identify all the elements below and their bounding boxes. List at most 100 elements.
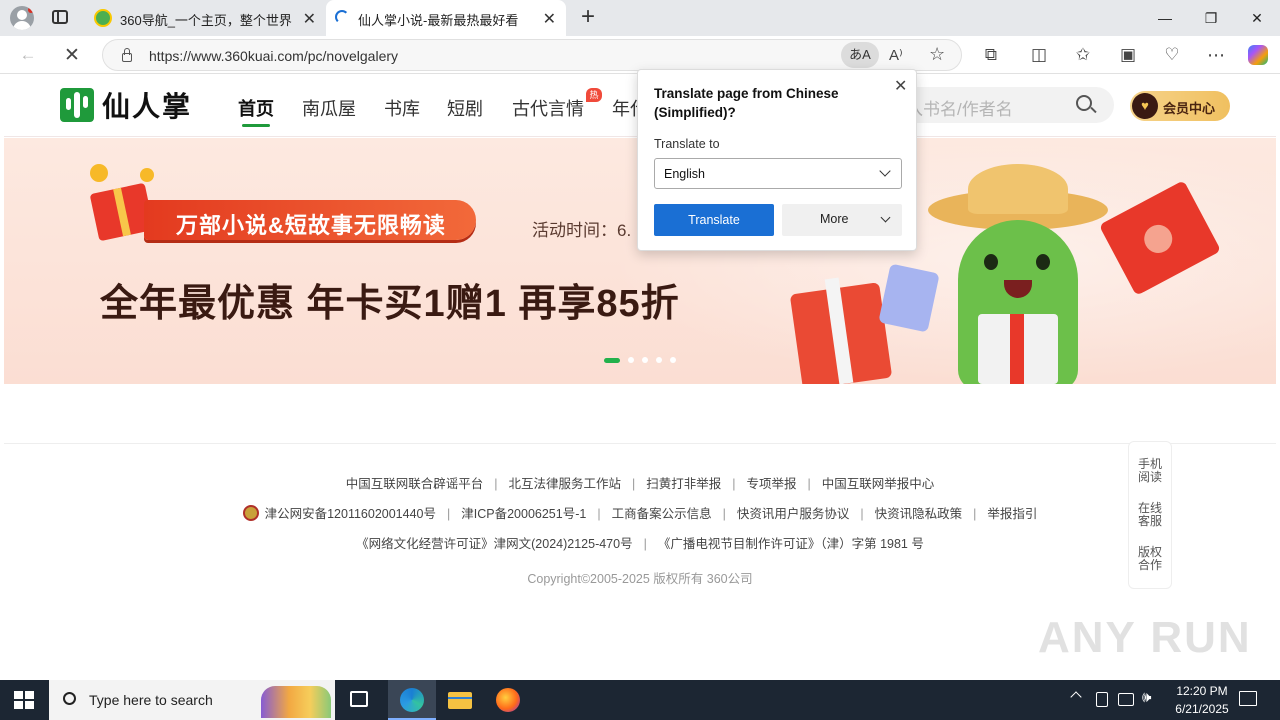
banner-tag: 万部小说&短故事无限畅读 bbox=[144, 200, 476, 240]
footer-link[interactable]: 举报指引 bbox=[987, 507, 1037, 521]
tray-chevron-up-icon[interactable] bbox=[1070, 691, 1082, 703]
banner-headline: 全年最优惠 年卡买1赠1 再享85折 bbox=[100, 283, 680, 325]
file-explorer-icon[interactable] bbox=[448, 692, 472, 709]
translate-button[interactable]: Translate bbox=[654, 204, 774, 236]
footer-license: 《网络文化经营许可证》津网文(2024)2125-470号 bbox=[356, 537, 633, 551]
tab-360-navigation[interactable]: 360导航_一个主页，整个世界 ✕ bbox=[86, 0, 326, 36]
windows-start-icon[interactable] bbox=[14, 691, 34, 709]
new-tab-button[interactable]: + bbox=[576, 4, 600, 30]
nav-ancient-romance[interactable]: 古代言情 bbox=[512, 95, 584, 121]
carousel-dot-active[interactable] bbox=[604, 357, 620, 363]
chevron-down-icon bbox=[879, 165, 891, 177]
translate-icon[interactable]: あA bbox=[841, 42, 879, 68]
edge-taskbar-icon[interactable] bbox=[388, 680, 436, 720]
footer-link[interactable]: 专项举报 bbox=[747, 477, 797, 491]
footer-link[interactable]: 快资讯隐私政策 bbox=[875, 507, 963, 521]
translate-title: Translate page from Chinese (Simplified)… bbox=[654, 86, 839, 120]
close-icon[interactable]: ✕ bbox=[543, 9, 556, 29]
more-button-label: More bbox=[820, 212, 849, 226]
network-icon[interactable] bbox=[1118, 693, 1134, 706]
profile-icon[interactable] bbox=[10, 6, 34, 30]
nav-library[interactable]: 书库 bbox=[384, 95, 420, 121]
tab-xianrenzhang-novel[interactable]: 仙人掌小说-最新最热最好看 ✕ bbox=[326, 0, 566, 36]
side-float-panel: 手机 阅读 在线 客服 版权 合作 bbox=[1128, 441, 1172, 589]
site-logo[interactable]: 仙人掌 bbox=[60, 87, 192, 123]
footer-row-3: 《网络文化经营许可证》津网文(2024)2125-470号 | 《广播电视节目制作许… bbox=[356, 537, 924, 551]
volume-icon[interactable]: 🕪 bbox=[1142, 689, 1151, 706]
collections-icon[interactable]: ▣ bbox=[1114, 42, 1142, 68]
hot-badge: 热 bbox=[586, 88, 602, 102]
tab-actions-icon[interactable] bbox=[52, 10, 68, 24]
footer-link[interactable]: 中国互联网联合辟谣平台 bbox=[346, 477, 484, 491]
language-select[interactable]: English bbox=[654, 158, 902, 189]
task-view-icon[interactable] bbox=[350, 691, 368, 707]
footer-link[interactable]: 工商备案公示信息 bbox=[612, 507, 712, 521]
footer-link[interactable]: 津公网安备12011602001440号 bbox=[265, 507, 436, 521]
coin-icon bbox=[140, 168, 154, 182]
language-selected-value: English bbox=[664, 167, 705, 181]
translate-to-label: Translate to bbox=[654, 137, 720, 151]
coin-icon bbox=[90, 164, 108, 182]
nav-nanguawu[interactable]: 南瓜屋 bbox=[302, 95, 356, 121]
banner-tag-text: 万部小说&短故事无限畅读 bbox=[176, 213, 446, 238]
member-center-button[interactable]: ♥ 会员中心 bbox=[1130, 91, 1230, 121]
favorite-star-icon[interactable]: ☆ bbox=[929, 44, 945, 65]
site-info-icon[interactable] bbox=[120, 47, 134, 63]
close-icon[interactable]: ✕ bbox=[303, 9, 316, 29]
footer-link[interactable]: 津ICP备20006251号-1 bbox=[461, 507, 586, 521]
translate-popup: ✕ Translate page from Chinese (Simplifie… bbox=[637, 69, 917, 251]
footer-row-2: 津公网安备12011602001440号 | 津ICP备20006251号-1 | 工商… bbox=[4, 503, 1276, 522]
settings-more-icon[interactable]: ⋯ bbox=[1202, 42, 1230, 68]
carousel-dot[interactable] bbox=[656, 357, 662, 363]
side-online-service[interactable]: 在线 客服 bbox=[1129, 502, 1171, 528]
carousel-dots bbox=[604, 357, 676, 363]
footer-row-1: 中国互联网联合辟谣平台 | 北互法律服务工作站 | 扫黄打非举报 | 专项举报 | 中国互联网举… bbox=[345, 477, 935, 491]
read-aloud-icon[interactable]: A⁾ bbox=[889, 46, 903, 64]
browser-tab-strip: 360导航_一个主页，整个世界 ✕ 仙人掌小说-最新最热最好看 ✕ + — ❐ … bbox=[0, 0, 1280, 36]
taskbar-search-box[interactable]: Type here to search bbox=[49, 680, 335, 720]
stop-loading-icon[interactable]: ✕ bbox=[58, 42, 86, 68]
side-copyright-coop[interactable]: 版权 合作 bbox=[1129, 546, 1171, 572]
logo-text: 仙人掌 bbox=[102, 91, 193, 122]
extensions-icon[interactable]: ⧉ bbox=[977, 42, 1005, 68]
favorites-icon[interactable]: ✩ bbox=[1069, 42, 1097, 68]
nav-home[interactable]: 首页 bbox=[238, 95, 274, 121]
browser-essentials-icon[interactable]: ♡ bbox=[1158, 42, 1186, 68]
clock-date[interactable]: 6/21/2025 bbox=[1170, 702, 1234, 716]
firefox-icon[interactable] bbox=[496, 688, 520, 712]
nav-active-underline bbox=[242, 124, 270, 127]
clock-time[interactable]: 12:20 PM bbox=[1170, 684, 1234, 698]
police-badge-icon bbox=[242, 505, 259, 521]
minimize-button[interactable]: — bbox=[1142, 0, 1188, 36]
search-input-placeholder: 入书名/作者名 bbox=[906, 100, 1013, 119]
360-favicon-icon bbox=[94, 9, 112, 27]
tray-device-icon[interactable] bbox=[1096, 692, 1108, 707]
carousel-dot[interactable] bbox=[642, 357, 648, 363]
close-icon[interactable]: ✕ bbox=[894, 76, 907, 96]
carousel-dot[interactable] bbox=[628, 357, 634, 363]
footer-link[interactable]: 扫黄打非举报 bbox=[646, 477, 721, 491]
cactus-logo-icon bbox=[60, 88, 94, 122]
address-bar[interactable]: https://www.360kuai.com/pc/novelgalery あ… bbox=[102, 39, 962, 71]
footer-link[interactable]: 快资讯用户服务协议 bbox=[737, 507, 850, 521]
footer-link[interactable]: 中国互联网举报中心 bbox=[822, 477, 935, 491]
search-icon[interactable] bbox=[1076, 95, 1092, 111]
url-text: https://www.360kuai.com/pc/novelgalery bbox=[149, 48, 399, 64]
notification-icon[interactable] bbox=[1239, 691, 1257, 706]
back-icon[interactable]: ← bbox=[14, 42, 42, 68]
nav-short-drama[interactable]: 短剧 bbox=[447, 95, 483, 121]
tulip-decoration-icon bbox=[261, 686, 331, 718]
side-mobile-read[interactable]: 手机 阅读 bbox=[1129, 458, 1171, 484]
site-search-box[interactable]: 入书名/作者名 bbox=[884, 87, 1114, 123]
split-screen-icon[interactable]: ◫ bbox=[1025, 42, 1053, 68]
loading-spinner-icon bbox=[335, 10, 349, 24]
more-button[interactable]: More bbox=[782, 204, 902, 236]
copilot-icon[interactable] bbox=[1244, 42, 1272, 68]
chevron-down-icon bbox=[880, 212, 891, 223]
close-window-button[interactable]: ✕ bbox=[1234, 0, 1280, 36]
footer-link[interactable]: 北互法律服务工作站 bbox=[508, 477, 621, 491]
anyrun-watermark: ANY RUN bbox=[1038, 613, 1252, 662]
cactus-mascot-illustration bbox=[928, 164, 1108, 384]
restore-button[interactable]: ❐ bbox=[1188, 0, 1234, 36]
carousel-dot[interactable] bbox=[670, 357, 676, 363]
